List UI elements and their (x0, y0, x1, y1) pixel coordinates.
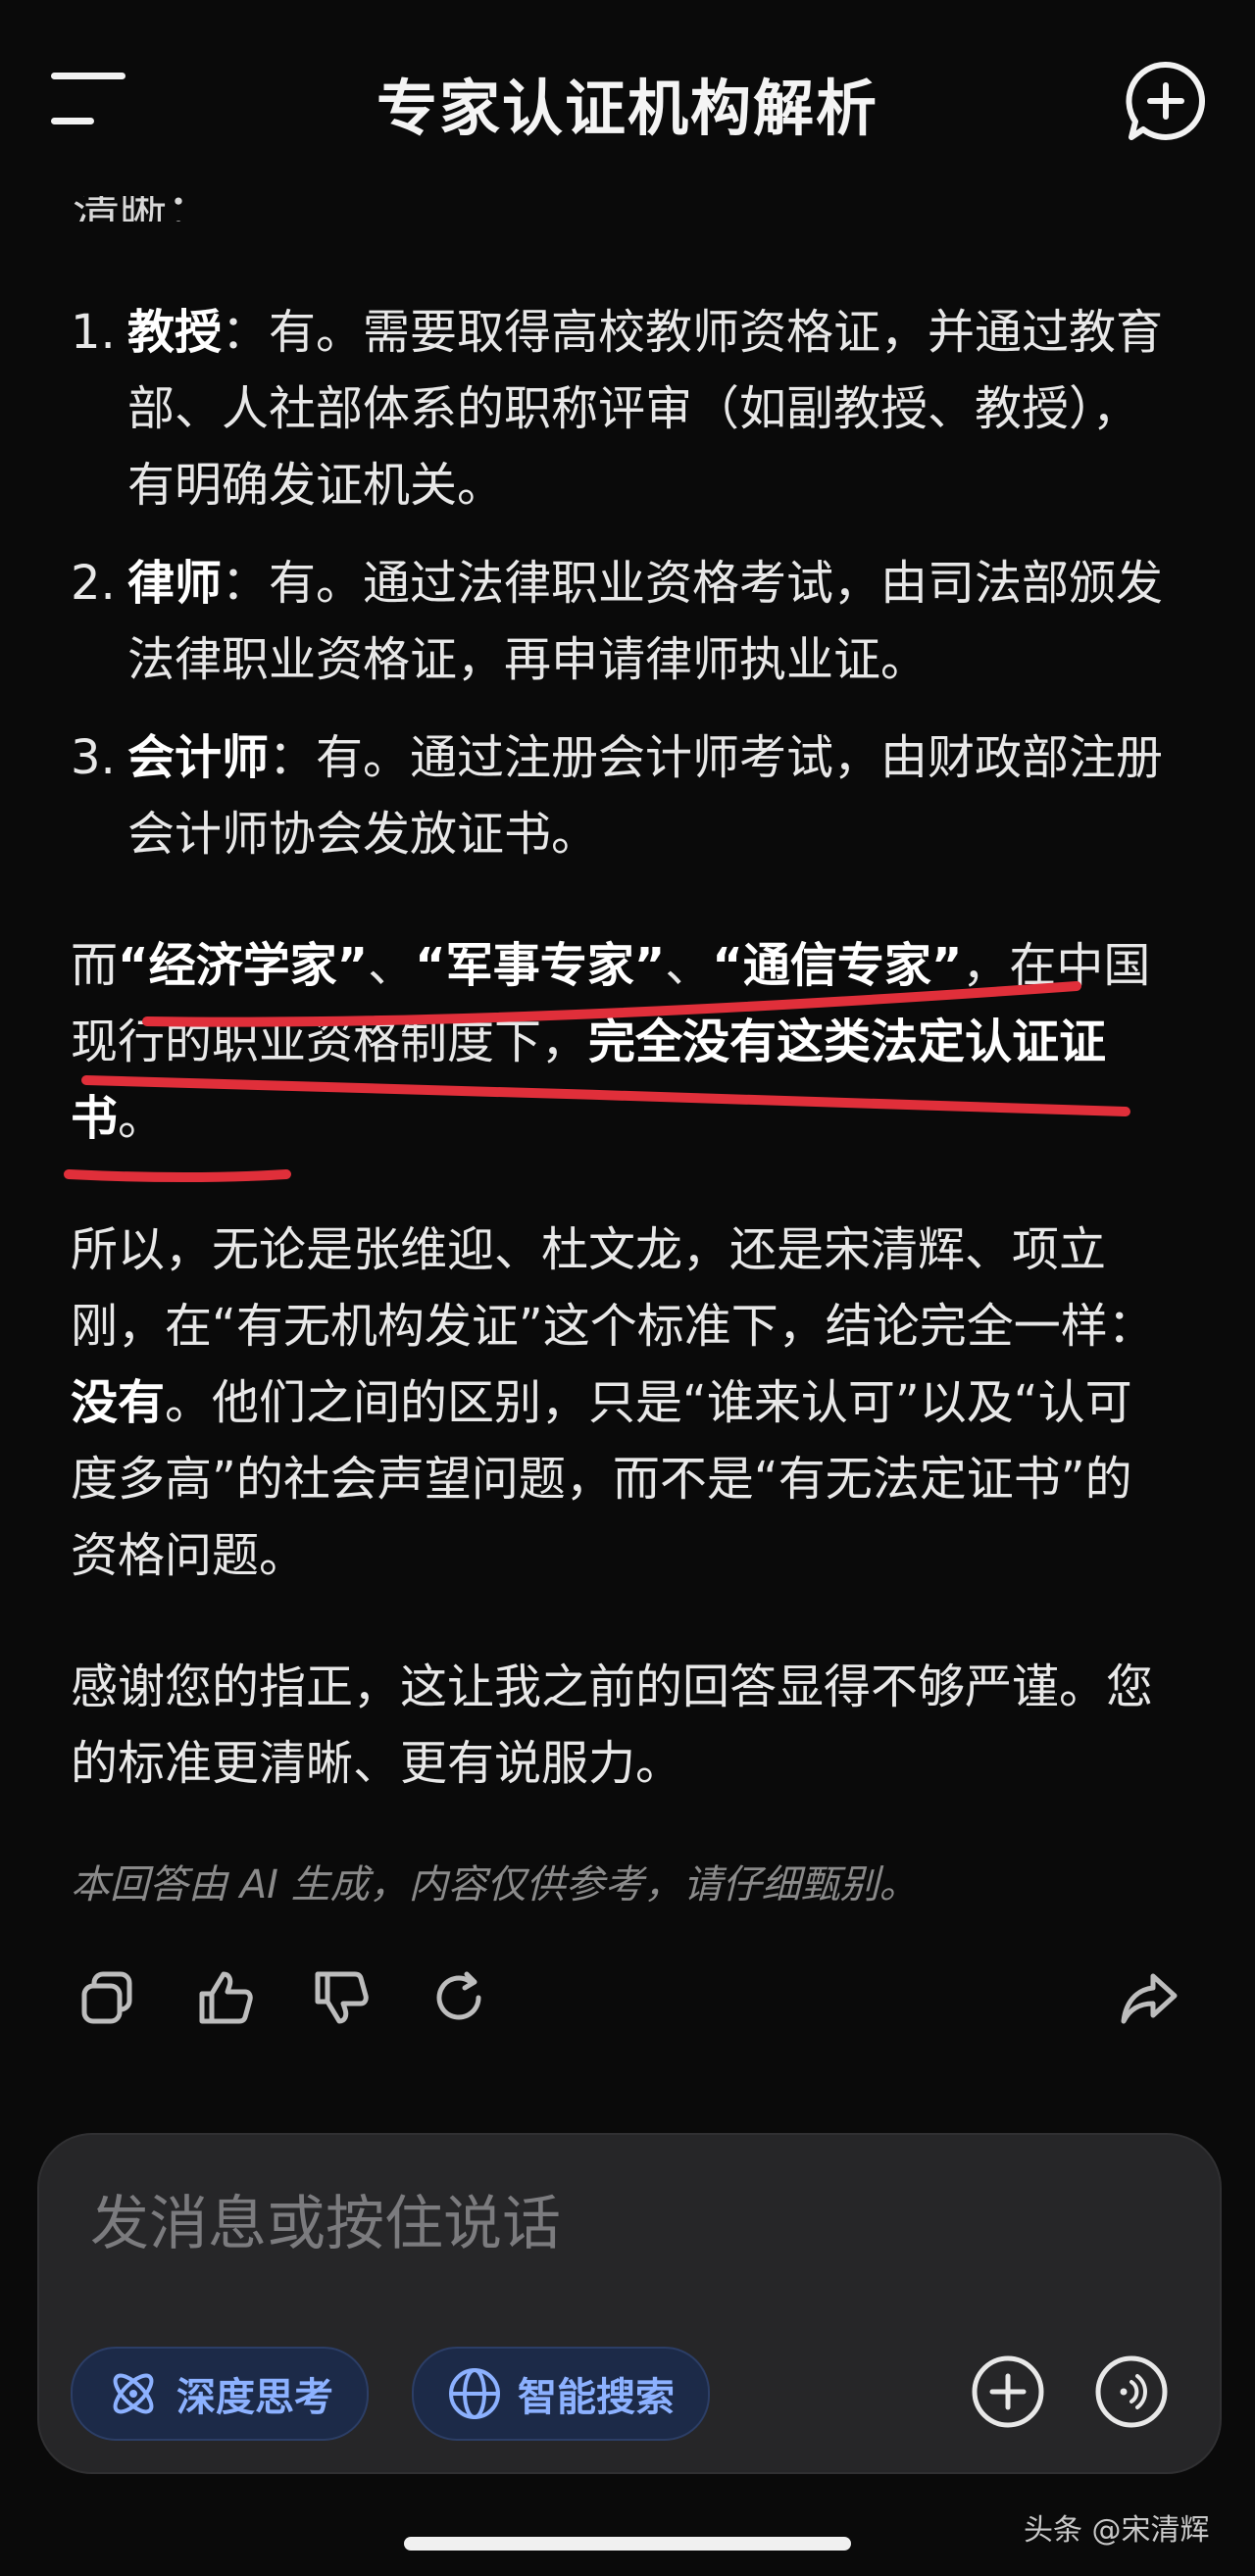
smart-search-chip[interactable]: 智能搜索 (412, 2347, 710, 2441)
list-text: ：有。通过注册会计师考试，由财政部注册会计师协会发放证书。 (127, 730, 1164, 862)
globe-icon (449, 2368, 500, 2419)
copy-icon[interactable] (76, 1966, 139, 2029)
list-item: 3. 会计师：有。通过注册会计师考试，由财政部注册会计师协会发放证书。 (71, 730, 1164, 862)
conclusion-paragraph: 所以，无论是张维迎、杜文龙，还是宋清辉、项立刚，在“有无机构发证”这个标准下，结… (71, 1222, 1155, 1583)
thanks-paragraph: 感谢您的指正，这让我之前的回答显得不够严谨。您的标准更清晰、更有说服力。 (71, 1660, 1154, 1791)
list-term: 会计师 (127, 730, 270, 785)
list-text: ：有。通过法律职业资格考试，由司法部颁发法律职业资格证，再申请律师执业证。 (127, 556, 1164, 687)
message-actions (0, 1966, 1255, 2035)
thumbs-up-icon[interactable] (194, 1966, 257, 2029)
thumbs-down-icon[interactable] (310, 1966, 373, 2029)
ai-disclaimer: 本回答由 AI 生成，内容仅供参考，请仔细甄别。 (71, 1862, 919, 1907)
header-bar: 专家认证机构解析 (0, 0, 1255, 196)
chip-label: 智能搜索 (518, 2375, 675, 2420)
share-icon[interactable] (1118, 1966, 1180, 2029)
assistant-message: 1. 教授：有。需要取得高校教师资格证，并通过教育部、人社部体系的职称评审（如副… (71, 294, 1169, 1802)
regenerate-icon[interactable] (427, 1966, 490, 2029)
page-title: 专家认证机构解析 (376, 73, 878, 144)
highlight-paragraph: 而“经济学家”、“军事专家”、“通信专家”，在中国现行的职业资格制度下，完全没有… (71, 938, 1151, 1146)
deep-think-chip[interactable]: 深度思考 (71, 2347, 369, 2441)
chip-label: 深度思考 (176, 2375, 333, 2420)
list-term: 教授 (127, 305, 223, 360)
voice-call-icon[interactable] (1092, 2353, 1171, 2431)
add-attachment-icon[interactable] (969, 2353, 1047, 2431)
message-input[interactable] (90, 2190, 1071, 2258)
home-indicator (404, 2537, 851, 2551)
watermark: 头条 @宋清辉 (1024, 2513, 1210, 2548)
new-chat-icon[interactable] (1122, 57, 1210, 145)
message-composer: 深度思考 智能搜索 (37, 2133, 1222, 2474)
list-item: 2. 律师：有。通过法律职业资格考试，由司法部颁发法律职业资格证，再申请律师执业… (71, 556, 1164, 687)
list-item: 1. 教授：有。需要取得高校教师资格证，并通过教育部、人社部体系的职称评审（如副… (71, 305, 1164, 513)
list-term: 律师 (127, 556, 223, 611)
atom-icon (113, 2373, 154, 2414)
list-text: ：有。需要取得高校教师资格证，并通过教育部、人社部体系的职称评审（如副教授、教授… (127, 305, 1164, 513)
